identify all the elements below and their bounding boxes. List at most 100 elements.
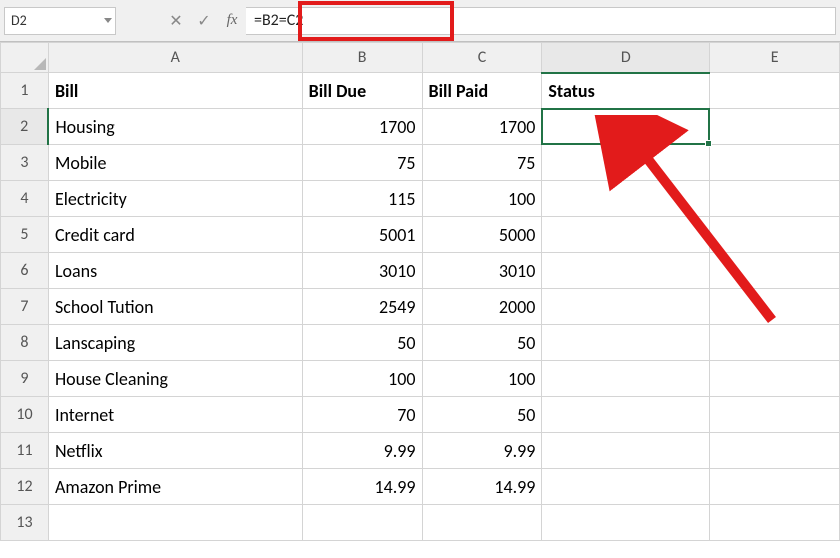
col-header-A[interactable]: A [48,43,302,73]
insert-function-button[interactable]: fx [218,7,246,35]
name-box[interactable]: D2 [4,7,116,35]
cell-B5[interactable]: 5001 [302,217,422,253]
cell-A1[interactable]: Bill [48,73,302,109]
cell-D8[interactable] [542,325,710,361]
cell-C4[interactable]: 100 [422,181,542,217]
cell-B11[interactable]: 9.99 [302,433,422,469]
table-row: 4 Electricity 115 100 [1,181,840,217]
cell-E4[interactable] [710,181,840,217]
cell-E6[interactable] [710,253,840,289]
cell-C5[interactable]: 5000 [422,217,542,253]
cell-E12[interactable] [710,469,840,505]
cell-E13[interactable] [710,505,840,541]
confirm-button[interactable]: ✓ [190,7,218,35]
row-header[interactable]: 3 [1,145,49,181]
cell-A13[interactable] [48,505,302,541]
col-header-D[interactable]: D [542,43,710,73]
row-header[interactable]: 11 [1,433,49,469]
row-header[interactable]: 2 [1,109,49,145]
cell-D3[interactable] [542,145,710,181]
cell-E11[interactable] [710,433,840,469]
cell-C1[interactable]: Bill Paid [422,73,542,109]
cell-E10[interactable] [710,397,840,433]
cell-B8[interactable]: 50 [302,325,422,361]
cell-C7[interactable]: 2000 [422,289,542,325]
formula-bar: D2 ✕ ✓ fx =B2=C2 [0,0,840,42]
cell-A11[interactable]: Netflix [48,433,302,469]
table-row: 13 [1,505,840,541]
cell-B1[interactable]: Bill Due [302,73,422,109]
row-header[interactable]: 10 [1,397,49,433]
cell-B6[interactable]: 3010 [302,253,422,289]
cell-C10[interactable]: 50 [422,397,542,433]
cell-A5[interactable]: Credit card [48,217,302,253]
row-header[interactable]: 5 [1,217,49,253]
cell-B2[interactable]: 1700 [302,109,422,145]
row-header[interactable]: 8 [1,325,49,361]
cell-D10[interactable] [542,397,710,433]
cell-C9[interactable]: 100 [422,361,542,397]
cell-E3[interactable] [710,145,840,181]
cell-D2[interactable]: TRUE [542,109,710,145]
cell-C6[interactable]: 3010 [422,253,542,289]
row-header[interactable]: 7 [1,289,49,325]
cell-D12[interactable] [542,469,710,505]
cell-E7[interactable] [710,289,840,325]
cell-B3[interactable]: 75 [302,145,422,181]
cell-E5[interactable] [710,217,840,253]
row-header[interactable]: 12 [1,469,49,505]
cell-B7[interactable]: 2549 [302,289,422,325]
cell-D7[interactable] [542,289,710,325]
cell-B10[interactable]: 70 [302,397,422,433]
cell-B4[interactable]: 115 [302,181,422,217]
cell-E8[interactable] [710,325,840,361]
cell-A2[interactable]: Housing [48,109,302,145]
select-all-corner[interactable] [1,43,49,73]
row-header[interactable]: 13 [1,505,49,541]
cell-C8[interactable]: 50 [422,325,542,361]
cell-E1[interactable] [710,73,840,109]
formula-input[interactable]: =B2=C2 [246,7,836,35]
cell-C12[interactable]: 14.99 [422,469,542,505]
cell-A12[interactable]: Amazon Prime [48,469,302,505]
col-header-C[interactable]: C [422,43,542,73]
fx-icon: fx [227,12,238,29]
cell-B9[interactable]: 100 [302,361,422,397]
cell-C2[interactable]: 1700 [422,109,542,145]
cell-D9[interactable] [542,361,710,397]
cell-B12[interactable]: 14.99 [302,469,422,505]
table-row: 1 Bill Bill Due Bill Paid Status [1,73,840,109]
table-row: 2 Housing 1700 1700 TRUE [1,109,840,145]
cell-D6[interactable] [542,253,710,289]
column-header-row: A B C D E [1,43,840,73]
cell-A3[interactable]: Mobile [48,145,302,181]
cancel-button[interactable]: ✕ [162,7,190,35]
row-header[interactable]: 6 [1,253,49,289]
table-row: 9 House Cleaning 100 100 [1,361,840,397]
worksheet[interactable]: A B C D E 1 Bill Bill Due Bill Paid Stat… [0,42,840,541]
cell-D5[interactable] [542,217,710,253]
cell-E9[interactable] [710,361,840,397]
cell-C3[interactable]: 75 [422,145,542,181]
cell-A7[interactable]: School Tution [48,289,302,325]
cell-D13[interactable] [542,505,710,541]
dropdown-icon[interactable] [104,18,112,23]
cell-C13[interactable] [422,505,542,541]
cell-A10[interactable]: Internet [48,397,302,433]
cell-D4[interactable] [542,181,710,217]
row-header[interactable]: 9 [1,361,49,397]
table-row: 11 Netflix 9.99 9.99 [1,433,840,469]
cell-C11[interactable]: 9.99 [422,433,542,469]
cell-A6[interactable]: Loans [48,253,302,289]
col-header-E[interactable]: E [710,43,840,73]
cell-A8[interactable]: Lanscaping [48,325,302,361]
cell-A4[interactable]: Electricity [48,181,302,217]
row-header[interactable]: 4 [1,181,49,217]
cell-A9[interactable]: House Cleaning [48,361,302,397]
cell-D1[interactable]: Status [542,73,710,109]
cell-B13[interactable] [302,505,422,541]
cell-E2[interactable] [710,109,840,145]
col-header-B[interactable]: B [302,43,422,73]
row-header[interactable]: 1 [1,73,49,109]
cell-D11[interactable] [542,433,710,469]
